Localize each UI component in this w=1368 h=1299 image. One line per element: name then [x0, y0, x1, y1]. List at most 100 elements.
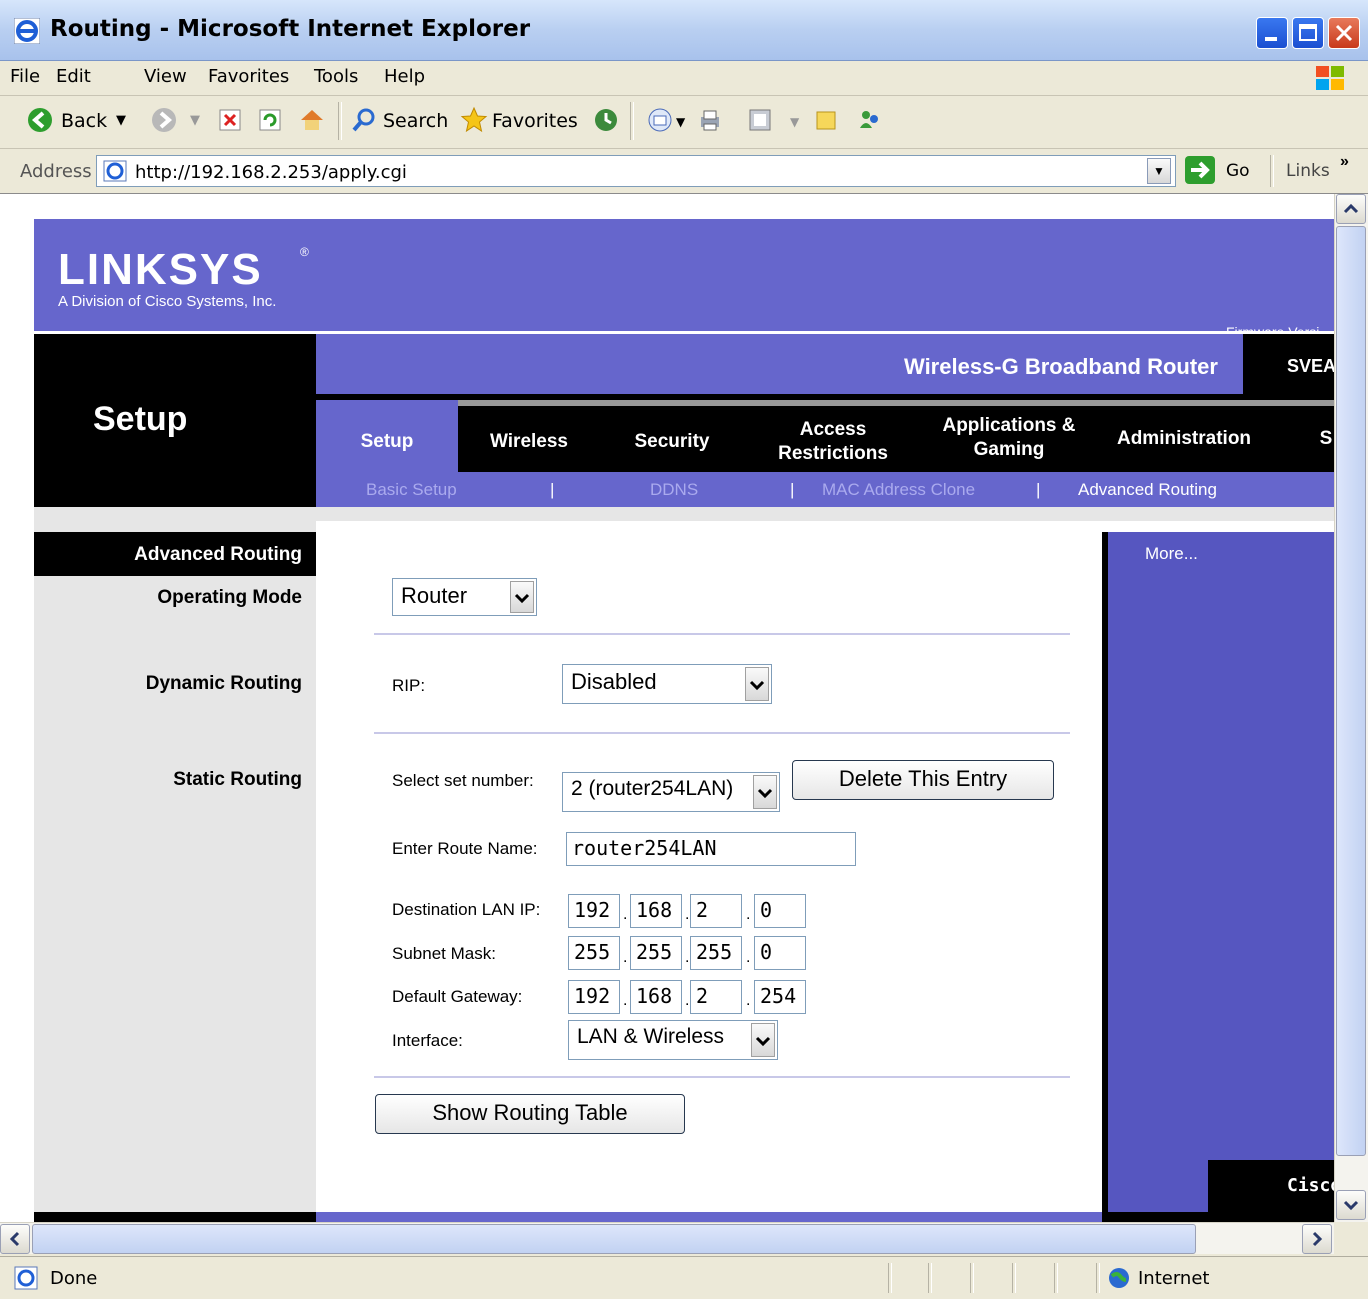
- dest-ip-octet-3-value: 2: [696, 898, 709, 922]
- status-divider: [888, 1263, 892, 1293]
- discuss-icon[interactable]: [812, 106, 840, 134]
- menu-help[interactable]: Help: [384, 66, 425, 87]
- gateway-octet-1[interactable]: 192: [568, 980, 620, 1014]
- window-title: Routing - Microsoft Internet Explorer: [50, 16, 531, 42]
- back-button[interactable]: Back: [61, 110, 107, 132]
- chevron-down-icon[interactable]: ▼: [1147, 158, 1171, 184]
- left-sidebar: [34, 507, 316, 1217]
- vertical-scrollbar[interactable]: [1334, 194, 1368, 1222]
- chevron-right-icon[interactable]: »: [1340, 153, 1349, 171]
- mail-icon[interactable]: [646, 106, 674, 134]
- set-number-select[interactable]: 2 (router254LAN): [562, 772, 780, 812]
- maximize-button[interactable]: [1292, 17, 1324, 49]
- messenger-icon[interactable]: [856, 106, 884, 134]
- subnav-ddns[interactable]: DDNS: [650, 480, 698, 500]
- label-static-routing: Static Routing: [173, 769, 302, 790]
- edit-icon[interactable]: [746, 106, 774, 134]
- ip-dot: .: [746, 992, 751, 1009]
- scroll-thumb[interactable]: [1336, 226, 1366, 1156]
- subnav-mac-address-clone[interactable]: MAC Address Clone: [822, 480, 975, 500]
- chevron-down-icon[interactable]: ▼: [790, 115, 799, 129]
- rip-select[interactable]: Disabled: [562, 664, 772, 704]
- home-icon[interactable]: [298, 106, 326, 134]
- menu-tools[interactable]: Tools: [314, 66, 358, 87]
- stop-icon[interactable]: [216, 106, 244, 134]
- security-zone: Internet: [1138, 1268, 1210, 1289]
- tab-applications-gaming[interactable]: Applications & Gaming: [928, 414, 1090, 462]
- mask-octet-1[interactable]: 255: [568, 936, 620, 970]
- show-routing-table-button[interactable]: Show Routing Table: [375, 1094, 685, 1134]
- gateway-octet-3-value: 2: [696, 984, 709, 1008]
- mask-octet-4[interactable]: 0: [754, 936, 806, 970]
- refresh-icon[interactable]: [256, 106, 284, 134]
- subnav-separator: |: [550, 480, 555, 499]
- chevron-down-icon[interactable]: ▼: [190, 113, 200, 128]
- horizontal-scrollbar[interactable]: [0, 1222, 1334, 1254]
- mask-octet-3[interactable]: 255: [690, 936, 742, 970]
- favorites-button[interactable]: Favorites: [492, 110, 578, 132]
- destination-ip-label: Destination LAN IP:: [392, 900, 541, 919]
- tab-access-restrictions[interactable]: Access Restrictions: [762, 418, 904, 466]
- subnav-advanced-routing[interactable]: Advanced Routing: [1078, 480, 1217, 500]
- menu-favorites[interactable]: Favorites: [208, 66, 289, 87]
- favorites-star-icon[interactable]: [460, 106, 488, 134]
- minimize-button[interactable]: [1256, 17, 1288, 49]
- address-input[interactable]: http://192.168.2.253/apply.cgi ▼: [96, 155, 1176, 187]
- scroll-up-button[interactable]: [1336, 194, 1366, 224]
- search-button[interactable]: Search: [383, 110, 448, 132]
- operating-mode-value: Router: [401, 583, 468, 608]
- tabs-divider-line: [458, 400, 1334, 406]
- dest-ip-octet-2[interactable]: 168: [630, 894, 682, 928]
- back-arrow-icon[interactable]: [26, 106, 54, 134]
- go-arrow-icon[interactable]: [1184, 155, 1216, 185]
- history-icon[interactable]: [592, 106, 620, 134]
- gateway-octet-3[interactable]: 2: [690, 980, 742, 1014]
- tab-wireless[interactable]: Wireless: [464, 430, 594, 454]
- search-icon[interactable]: [350, 106, 378, 134]
- go-button[interactable]: Go: [1226, 161, 1250, 181]
- chevron-down-icon[interactable]: ▼: [116, 113, 126, 128]
- gateway-octet-4[interactable]: 254: [754, 980, 806, 1014]
- tab-status[interactable]: S: [1316, 427, 1334, 451]
- route-name-input[interactable]: router254LAN: [566, 832, 856, 866]
- gateway-octet-1-value: 192: [574, 984, 611, 1008]
- menu-view[interactable]: View: [144, 66, 187, 87]
- forward-arrow-icon[interactable]: [150, 106, 178, 134]
- help-panel-border: [1102, 532, 1108, 1217]
- operating-mode-select[interactable]: Router: [392, 578, 537, 616]
- cisco-logo: Cisco: [1287, 1175, 1334, 1196]
- scroll-down-button[interactable]: [1336, 1190, 1366, 1220]
- browser-viewport: LINKSYS ® A Division of Cisco Systems, I…: [0, 194, 1334, 1222]
- close-button[interactable]: [1328, 17, 1360, 49]
- tab-setup[interactable]: Setup: [316, 430, 458, 454]
- mask-octet-2[interactable]: 255: [630, 936, 682, 970]
- dest-ip-octet-1[interactable]: 192: [568, 894, 620, 928]
- title-bar[interactable]: Routing - Microsoft Internet Explorer: [0, 0, 1368, 61]
- chevron-down-icon: [1343, 1200, 1359, 1211]
- print-icon[interactable]: [696, 106, 724, 134]
- chevron-down-icon[interactable]: ▼: [676, 115, 685, 129]
- model-name: SVEA: [1287, 356, 1334, 376]
- menu-bar: File Edit View Favorites Tools Help: [0, 61, 1368, 96]
- links-button[interactable]: Links: [1286, 161, 1330, 181]
- dest-ip-octet-3[interactable]: 2: [690, 894, 742, 928]
- menu-file[interactable]: File: [10, 66, 40, 87]
- scroll-left-button[interactable]: [0, 1224, 30, 1254]
- tab-administration[interactable]: Administration: [1104, 427, 1264, 451]
- more-link[interactable]: More...: [1145, 544, 1198, 564]
- dest-ip-octet-4[interactable]: 0: [754, 894, 806, 928]
- sidebar-title: Advanced Routing: [134, 544, 302, 565]
- menu-edit[interactable]: Edit: [56, 66, 91, 87]
- tab-security[interactable]: Security: [604, 430, 740, 454]
- section-divider: [374, 732, 1070, 734]
- status-divider: [1054, 1263, 1058, 1293]
- scroll-thumb-horizontal[interactable]: [32, 1224, 1196, 1254]
- page-bottom-accent: [316, 1212, 1102, 1222]
- gateway-octet-2[interactable]: 168: [630, 980, 682, 1014]
- ip-dot: .: [623, 906, 628, 923]
- subnav-basic-setup[interactable]: Basic Setup: [366, 480, 457, 500]
- delete-entry-button[interactable]: Delete This Entry: [792, 760, 1054, 800]
- scroll-right-button[interactable]: [1302, 1224, 1332, 1254]
- interface-select[interactable]: LAN & Wireless: [568, 1020, 778, 1060]
- dest-ip-octet-4-value: 0: [760, 898, 773, 922]
